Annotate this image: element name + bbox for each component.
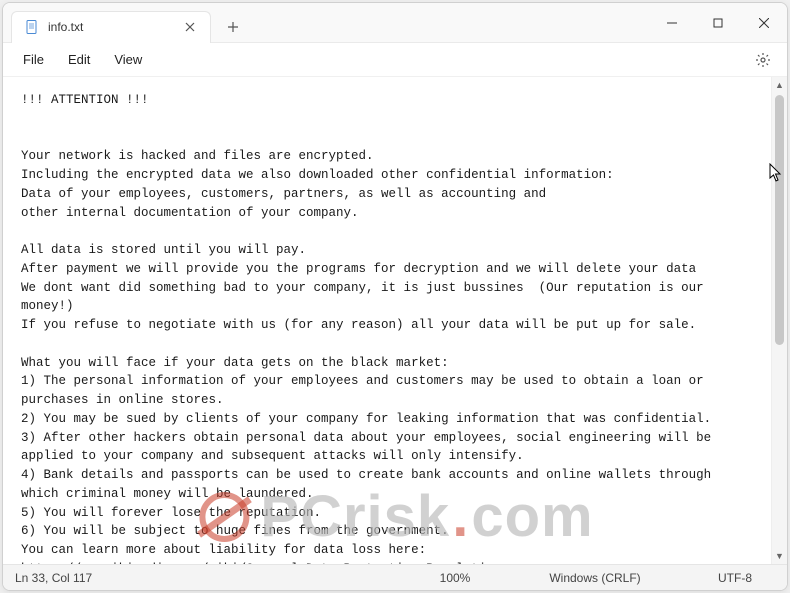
window-controls <box>649 3 787 42</box>
text-area[interactable]: !!! ATTENTION !!! Your network is hacked… <box>3 77 771 564</box>
scroll-track[interactable] <box>772 93 787 548</box>
titlebar: info.txt <box>3 3 787 43</box>
new-tab-button[interactable] <box>217 11 249 43</box>
settings-button[interactable] <box>749 46 777 74</box>
tab-title: info.txt <box>48 20 174 34</box>
content-wrap: !!! ATTENTION !!! Your network is hacked… <box>3 77 787 564</box>
scroll-down-icon[interactable]: ▼ <box>772 548 787 564</box>
menu-edit[interactable]: Edit <box>58 48 100 71</box>
status-encoding[interactable]: UTF-8 <box>695 571 775 585</box>
vertical-scrollbar[interactable]: ▲ ▼ <box>771 77 787 564</box>
status-position: Ln 33, Col 117 <box>15 571 115 585</box>
status-line-ending[interactable]: Windows (CRLF) <box>535 571 655 585</box>
close-tab-icon[interactable] <box>182 19 198 35</box>
statusbar: Ln 33, Col 117 100% Windows (CRLF) UTF-8 <box>3 564 787 590</box>
tab-strip: info.txt <box>3 3 649 42</box>
tab-active[interactable]: info.txt <box>11 11 211 43</box>
menubar: File Edit View <box>3 43 787 77</box>
scroll-thumb[interactable] <box>775 95 784 345</box>
menu-view[interactable]: View <box>104 48 152 71</box>
file-icon <box>24 19 40 35</box>
minimize-button[interactable] <box>649 3 695 42</box>
scroll-up-icon[interactable]: ▲ <box>772 77 787 93</box>
status-zoom[interactable]: 100% <box>415 571 495 585</box>
menu-file[interactable]: File <box>13 48 54 71</box>
maximize-button[interactable] <box>695 3 741 42</box>
notepad-window: info.txt File Edit View <box>2 2 788 591</box>
close-window-button[interactable] <box>741 3 787 42</box>
